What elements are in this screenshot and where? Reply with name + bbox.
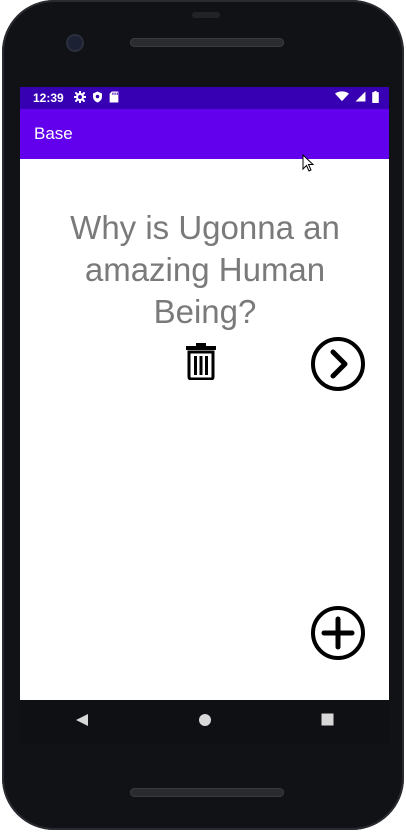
delete-button[interactable] — [180, 342, 222, 384]
nav-back-button[interactable] — [62, 702, 102, 742]
status-left-icons — [73, 90, 119, 106]
signal-icon — [355, 91, 366, 105]
nav-home-button[interactable] — [185, 702, 225, 742]
shield-icon — [92, 91, 103, 106]
system-nav-bar — [20, 700, 389, 744]
next-question-button[interactable] — [308, 336, 368, 396]
trash-icon — [185, 342, 217, 385]
status-time: 12:39 — [33, 91, 64, 105]
nav-recents-button[interactable] — [308, 702, 348, 742]
front-camera-icon — [68, 36, 82, 50]
wifi-icon — [335, 91, 349, 105]
plus-circle-icon — [310, 605, 366, 666]
app-screen: 12:39 Base Why is Ugonna an amazing Huma… — [20, 87, 389, 700]
status-right-icons — [335, 90, 379, 106]
sd-card-icon — [109, 91, 119, 106]
battery-icon — [372, 90, 379, 106]
mouse-cursor-icon — [302, 153, 316, 172]
top-slot — [192, 12, 220, 18]
add-question-button[interactable] — [308, 605, 368, 665]
gear-icon — [73, 90, 87, 106]
back-triangle-icon — [75, 713, 89, 732]
home-circle-icon — [198, 713, 212, 732]
app-bar: Base — [20, 109, 389, 159]
bottom-speaker — [130, 788, 284, 797]
status-bar: 12:39 — [20, 87, 389, 109]
recents-square-icon — [321, 713, 334, 731]
chevron-right-circle-icon — [310, 336, 366, 397]
top-speaker — [130, 38, 284, 47]
question-text: Why is Ugonna an amazing Human Being? — [70, 209, 340, 330]
app-title: Base — [34, 124, 73, 143]
device-frame: 12:39 Base Why is Ugonna an amazing Huma… — [0, 0, 406, 834]
